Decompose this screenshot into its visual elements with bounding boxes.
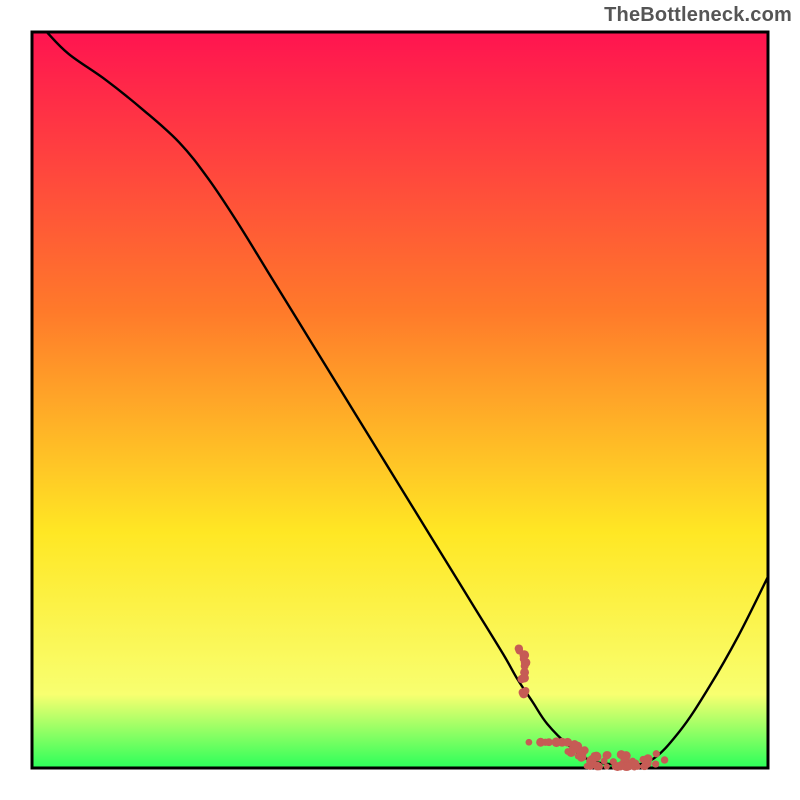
watermark-text: TheBottleneck.com <box>604 4 792 27</box>
chart-root: TheBottleneck.com <box>0 0 800 800</box>
plot-area <box>32 32 768 768</box>
chart-svg <box>0 0 800 800</box>
